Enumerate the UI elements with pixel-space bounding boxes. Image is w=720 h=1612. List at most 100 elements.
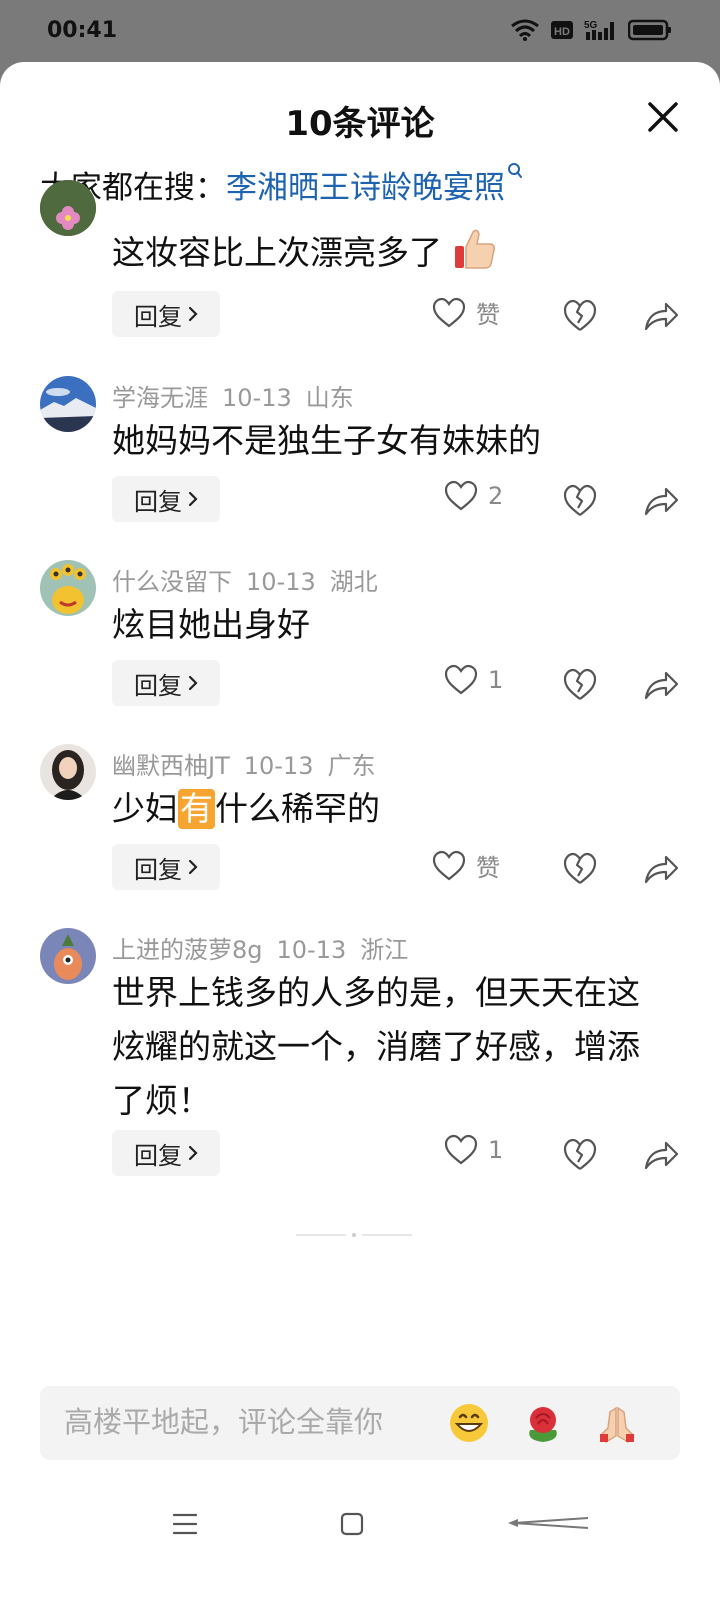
reply-label: 回复 [134, 855, 182, 884]
share-icon[interactable] [642, 849, 680, 887]
comment-location: 湖北 [329, 568, 378, 596]
reply-button[interactable]: 回复 [112, 660, 220, 706]
comment-input[interactable] [64, 1400, 424, 1444]
wifi-icon [511, 19, 539, 41]
reply-button[interactable]: 回复 [112, 844, 220, 890]
reply-button[interactable]: 回复 [112, 1130, 220, 1176]
loader-bar [296, 1234, 346, 1236]
loader-dot [352, 1233, 356, 1237]
rose-emoji-icon[interactable] [522, 1402, 564, 1444]
share-icon[interactable] [642, 481, 680, 519]
chevron-right-icon [188, 1145, 198, 1161]
username[interactable]: 什么没留下 [112, 568, 232, 596]
broken-heart-icon[interactable] [562, 482, 598, 518]
reply-label: 回复 [134, 302, 182, 331]
comment-date: 10-13 [243, 752, 314, 780]
like-count: 1 [488, 666, 504, 694]
comment-location: 浙江 [360, 936, 409, 964]
chevron-right-icon [188, 491, 198, 507]
avatar[interactable] [40, 376, 96, 432]
username[interactable]: 学海无涯 [112, 384, 208, 412]
comment-composer [40, 1386, 680, 1460]
username[interactable]: 幽默西柚JT [112, 752, 230, 780]
status-time: 00:41 [47, 18, 118, 43]
signal-icon: 5G [584, 20, 614, 40]
status-icons: HD 5G [510, 18, 672, 42]
comment-meta: 什么没留下 10-13 湖北 [112, 562, 392, 597]
comment-location: 广东 [327, 752, 376, 780]
chevron-right-icon [188, 859, 198, 875]
avatar[interactable] [40, 560, 96, 616]
like-button[interactable]: 赞 [432, 295, 500, 330]
broken-heart-icon[interactable] [562, 666, 598, 702]
hd-label: HD [554, 26, 570, 38]
like-button[interactable]: 1 [444, 1134, 503, 1166]
landscape-avatar-icon [40, 376, 96, 432]
share-icon[interactable] [642, 1135, 680, 1173]
heart-icon [444, 1134, 478, 1165]
broken-heart-icon[interactable] [562, 297, 598, 333]
heart-icon [432, 850, 466, 880]
hot-search-term[interactable]: 李湘晒王诗龄晚宴照 [226, 170, 505, 206]
comment-text: 她妈妈不是独生子女有妹妹的 [112, 421, 541, 460]
like-button[interactable]: 2 [444, 480, 503, 512]
like-count: 1 [488, 1136, 504, 1164]
chevron-right-icon [188, 675, 198, 691]
pineapple-avatar-icon [40, 928, 96, 984]
broken-heart-icon[interactable] [562, 850, 598, 886]
grin-emoji-icon[interactable] [448, 1402, 490, 1444]
heart-icon [444, 664, 478, 695]
hd-icon: HD [551, 21, 573, 39]
avatar[interactable] [40, 180, 96, 236]
signal-label: 5G [584, 20, 598, 31]
close-icon[interactable] [646, 100, 680, 134]
comment-text: 炫目她出身好 [112, 605, 310, 644]
like-count: 2 [488, 482, 504, 510]
thumbs-up-icon [454, 229, 495, 269]
monster-avatar-icon [40, 560, 96, 616]
emoji-highlight: 有 [178, 789, 215, 829]
flower-avatar-icon [40, 180, 96, 236]
home-nav-icon[interactable] [340, 1512, 364, 1536]
broken-heart-icon[interactable] [562, 1136, 598, 1172]
reply-label: 回复 [134, 1141, 182, 1170]
menu-nav-icon[interactable] [172, 1512, 198, 1536]
comment-meta: 上进的菠萝8g 10-13 浙江 [112, 930, 422, 965]
comment-meta: 学海无涯 10-13 山东 [112, 378, 368, 413]
comment-meta: 幽默西柚JT 10-13 广东 [112, 746, 390, 781]
comment-date: 10-13 [246, 568, 316, 596]
comment-text: 这妆容比上次漂亮多了 [112, 226, 672, 280]
battery-icon [628, 19, 671, 41]
loader-bar [362, 1234, 412, 1236]
like-count: 赞 [476, 301, 500, 329]
like-button[interactable]: 1 [444, 664, 503, 696]
sheet-title: 10条评论 [285, 104, 435, 144]
heart-icon [444, 480, 478, 511]
comment-text-b: 什么稀罕的 [215, 789, 380, 828]
status-bar: 00:41 HD 5G [0, 0, 720, 62]
avatar[interactable] [40, 744, 96, 800]
reply-button[interactable]: 回复 [112, 291, 220, 337]
hot-search: 大家都在搜：李湘晒王诗龄晚宴照 [40, 162, 523, 207]
pray-emoji-icon[interactable] [596, 1402, 638, 1444]
search-icon[interactable] [507, 162, 523, 180]
loading-indicator [296, 1233, 412, 1237]
share-icon[interactable] [642, 665, 680, 703]
comment-text-content: 这妆容比上次漂亮多了 [112, 233, 442, 272]
chevron-right-icon [188, 306, 198, 322]
reply-label: 回复 [134, 487, 182, 516]
share-icon[interactable] [642, 296, 680, 334]
avatar[interactable] [40, 928, 96, 984]
comment-location: 山东 [305, 384, 354, 412]
reply-button[interactable]: 回复 [112, 476, 220, 522]
system-navbar [0, 1482, 720, 1552]
username[interactable]: 上进的菠萝8g [112, 936, 263, 964]
portrait-avatar-icon [40, 744, 96, 800]
comment-date: 10-13 [276, 936, 347, 964]
heart-icon [432, 297, 466, 327]
like-count: 赞 [476, 854, 500, 882]
comment-date: 10-13 [222, 384, 292, 412]
back-nav-icon[interactable] [506, 1516, 590, 1530]
like-button[interactable]: 赞 [432, 848, 500, 883]
comment-text: 少妇有什么稀罕的 [112, 782, 672, 836]
